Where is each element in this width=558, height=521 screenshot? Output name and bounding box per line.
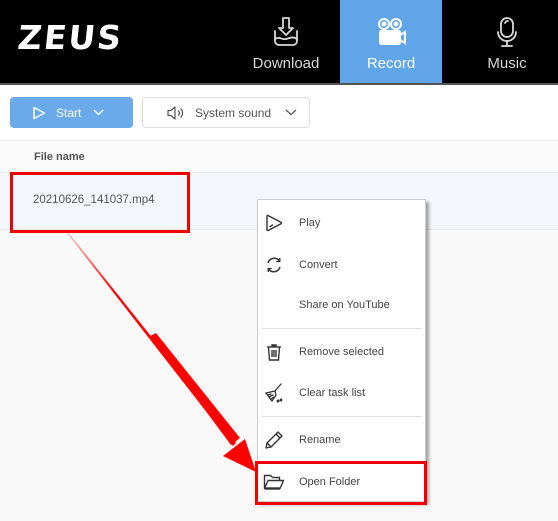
menu-item-remove-selected[interactable]: Remove selected	[258, 332, 425, 372]
annotation-arrow-shaft-thick	[150, 333, 240, 445]
download-icon	[269, 14, 303, 50]
app-logo: ZEUS	[15, 18, 126, 57]
tab-download[interactable]: Download	[235, 0, 337, 85]
pencil-icon	[263, 429, 285, 451]
menu-item-convert-label: Convert	[299, 259, 338, 271]
menu-item-remove-selected-label: Remove selected	[299, 346, 384, 358]
menu-item-share-youtube-label: Share on YouTube	[299, 299, 390, 311]
app-header: ZEUS Download Record Music	[0, 0, 558, 85]
tab-music[interactable]: Music	[456, 0, 558, 85]
menu-item-play[interactable]: Play	[258, 203, 425, 243]
menu-separator	[262, 328, 422, 329]
chevron-down-icon	[93, 109, 104, 116]
menu-item-play-label: Play	[299, 217, 321, 229]
microphone-icon	[490, 14, 524, 50]
trash-icon	[263, 341, 285, 363]
column-header-file-name[interactable]: File name	[34, 151, 85, 163]
annotation-arrow-shaft	[67, 232, 236, 446]
menu-item-rename[interactable]: Rename	[258, 420, 425, 460]
start-button-label: Start	[56, 105, 82, 120]
play-icon	[32, 106, 46, 120]
video-camera-icon	[374, 14, 408, 50]
table-header: File name	[0, 140, 558, 173]
chevron-down-icon	[285, 109, 297, 116]
tab-record-label: Record	[366, 55, 416, 72]
tab-music-label: Music	[487, 55, 527, 72]
tab-record[interactable]: Record	[340, 0, 442, 85]
menu-item-share-youtube[interactable]: Share on YouTube	[258, 285, 425, 325]
start-button[interactable]: Start	[10, 97, 133, 128]
convert-icon	[263, 254, 285, 276]
context-menu: Play Convert Share on YouTube Remove sel…	[257, 199, 426, 502]
menu-item-clear-task-list-label: Clear task list	[299, 387, 366, 399]
annotation-highlight-open-folder	[255, 461, 427, 505]
broom-icon	[263, 382, 285, 404]
menu-item-convert[interactable]: Convert	[258, 245, 425, 285]
annotation-arrow-head	[223, 439, 256, 472]
system-sound-dropdown[interactable]: System sound	[142, 97, 310, 128]
menu-separator	[262, 416, 422, 417]
tab-download-label: Download	[252, 55, 320, 72]
speaker-icon	[167, 105, 185, 120]
system-sound-label: System sound	[195, 105, 272, 120]
play-icon	[263, 212, 285, 234]
menu-item-clear-task-list[interactable]: Clear task list	[258, 373, 425, 413]
annotation-highlight-file	[10, 172, 190, 233]
toolbar: Start System sound	[0, 85, 558, 140]
menu-item-rename-label: Rename	[299, 434, 341, 446]
